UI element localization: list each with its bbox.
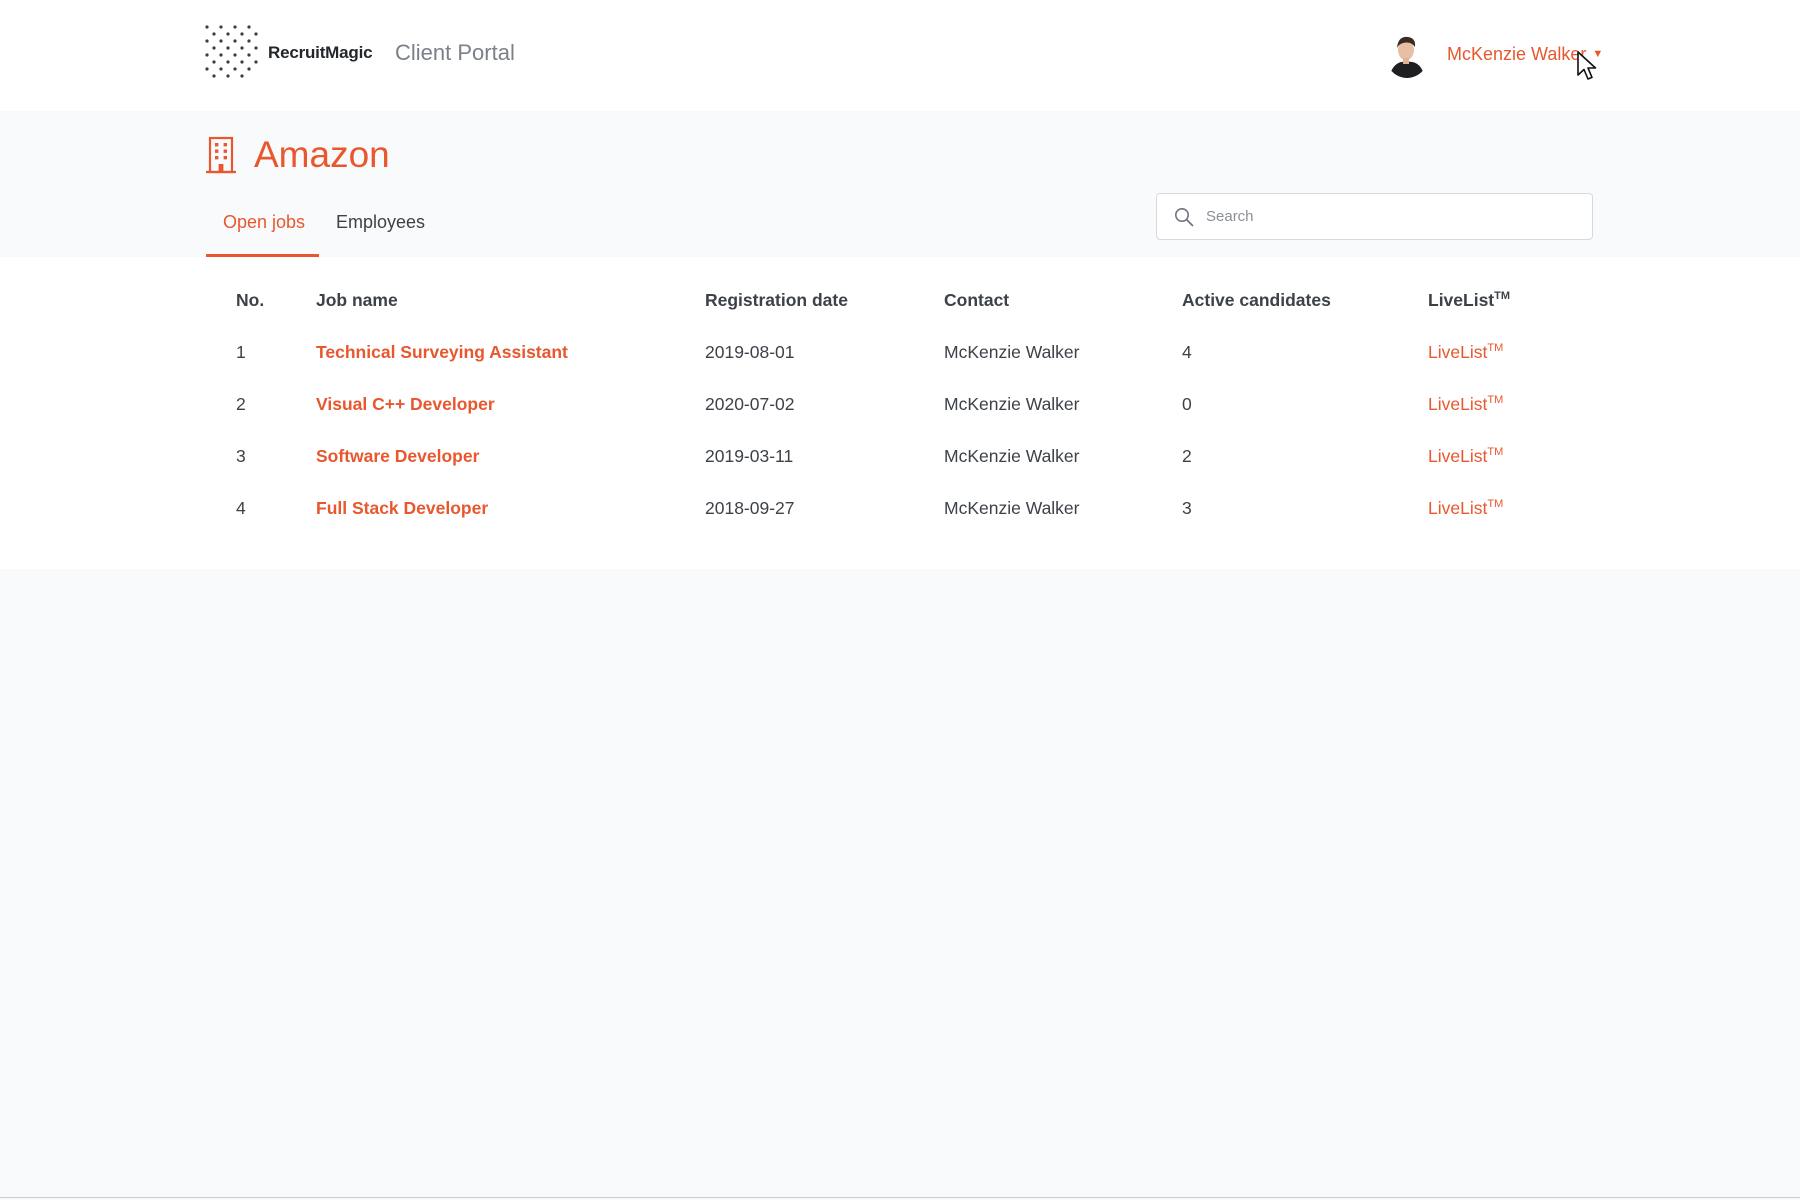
row-3-job-link[interactable]: Software Developer xyxy=(316,446,479,467)
row-1-livelist-link[interactable]: LiveListTM xyxy=(1428,342,1503,363)
tab-employees[interactable]: Employees xyxy=(336,212,425,233)
header-active-candidates[interactable]: Active candidates xyxy=(1182,290,1331,311)
row-4-active-candidates: 3 xyxy=(1182,498,1192,518)
row-2-livelist-tm: TM xyxy=(1487,394,1504,407)
header-livelist[interactable]: LiveListTM xyxy=(1428,290,1510,311)
header-registration-date[interactable]: Registration date xyxy=(705,290,848,311)
row-2-contact: McKenzie Walker xyxy=(944,394,1080,414)
avatar[interactable] xyxy=(1385,30,1429,78)
row-1-contact: McKenzie Walker xyxy=(944,342,1080,362)
tab-open-jobs[interactable]: Open jobs xyxy=(223,212,305,233)
portal-label: Client Portal xyxy=(395,40,515,65)
header-livelist-label: LiveList xyxy=(1428,290,1495,310)
jobs-table: No. Job name Registration date Contact A… xyxy=(0,257,1800,569)
row-4-contact: McKenzie Walker xyxy=(944,498,1080,518)
row-3-livelist-tm: TM xyxy=(1487,446,1504,459)
row-3-contact: McKenzie Walker xyxy=(944,446,1080,466)
mouse-pointer-icon xyxy=(1577,51,1597,80)
row-2-active-candidates: 0 xyxy=(1182,394,1192,414)
row-3-date: 2019-03-11 xyxy=(705,446,794,466)
row-1-date: 2019-08-01 xyxy=(705,342,795,362)
row-1-job-link[interactable]: Technical Surveying Assistant xyxy=(316,342,568,363)
avatar-photo-icon xyxy=(1385,30,1429,78)
header-livelist-tm: TM xyxy=(1494,290,1511,303)
top-bar: RecruitMagic Client Portal McKenzie Walk… xyxy=(0,0,1800,111)
row-2-job-link[interactable]: Visual C++ Developer xyxy=(316,394,495,415)
row-4-livelist-tm: TM xyxy=(1487,498,1504,511)
user-name[interactable]: McKenzie Walker xyxy=(1447,44,1586,65)
row-3-livelist-link[interactable]: LiveListTM xyxy=(1428,446,1503,467)
bottom-divider xyxy=(0,1197,1800,1198)
search-icon xyxy=(1175,207,1194,226)
row-4-livelist-label: LiveList xyxy=(1428,498,1488,518)
office-building-icon xyxy=(206,136,236,174)
company-title: Amazon xyxy=(254,134,390,175)
header-no[interactable]: No. xyxy=(236,290,264,311)
logo-dot-grid-icon[interactable] xyxy=(204,24,262,82)
brand-name[interactable]: RecruitMagic xyxy=(268,43,373,63)
search-box[interactable] xyxy=(1156,193,1593,240)
row-2-livelist-label: LiveList xyxy=(1428,394,1488,414)
row-3-livelist-label: LiveList xyxy=(1428,446,1488,466)
search-input[interactable] xyxy=(1206,208,1586,225)
row-4-date: 2018-09-27 xyxy=(705,498,795,518)
row-3-no: 3 xyxy=(236,446,246,466)
header-job-name[interactable]: Job name xyxy=(316,290,398,311)
row-4-no: 4 xyxy=(236,498,246,518)
row-2-date: 2020-07-02 xyxy=(705,394,795,414)
row-1-no: 1 xyxy=(236,342,246,362)
row-4-livelist-link[interactable]: LiveListTM xyxy=(1428,498,1503,519)
header-contact[interactable]: Contact xyxy=(944,290,1009,311)
row-1-livelist-label: LiveList xyxy=(1428,342,1488,362)
user-menu[interactable]: McKenzie Walker ▼ xyxy=(1385,30,1603,78)
row-2-livelist-link[interactable]: LiveListTM xyxy=(1428,394,1503,415)
row-3-active-candidates: 2 xyxy=(1182,446,1192,466)
row-4-job-link[interactable]: Full Stack Developer xyxy=(316,498,488,519)
row-1-active-candidates: 4 xyxy=(1182,342,1192,362)
row-1-livelist-tm: TM xyxy=(1487,342,1504,355)
row-2-no: 2 xyxy=(236,394,246,414)
